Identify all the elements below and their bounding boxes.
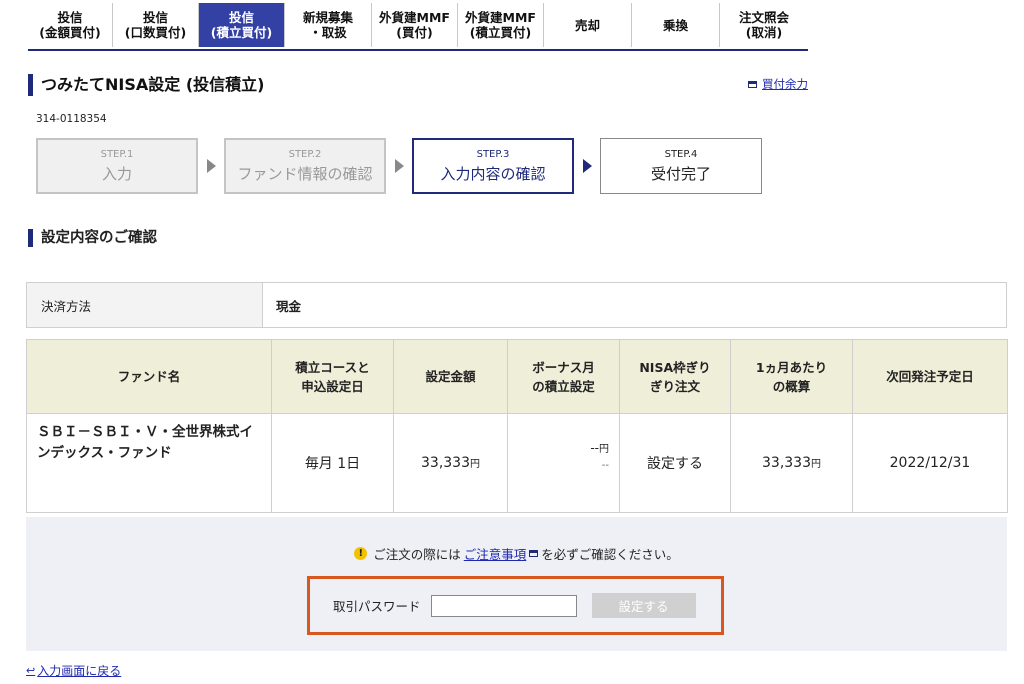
header-nisa: NISA枠ぎり ぎり注文 [619, 339, 731, 414]
step-1: STEP.1 入力 [36, 138, 198, 194]
amount-value: 33,333円 [393, 413, 508, 513]
fund-table-header: ファンド名 積立コースと 申込設定日 設定金額 ボーナス月 の積立設定 NISA枠ぎ… [26, 339, 1008, 414]
new-window-icon [748, 80, 757, 88]
payment-method-table: 決済方法 現金 [26, 282, 1007, 328]
nisa-value: 設定する [619, 413, 731, 513]
tab-foreign-mmf-buy[interactable]: 外貨建MMF (買付) [372, 3, 458, 47]
step-3: STEP.3 入力内容の確認 [412, 138, 574, 194]
header-amount: 設定金額 [393, 339, 508, 414]
header-monthly: 1ヵ月あたり の概算 [730, 339, 853, 414]
payment-method-label: 決済方法 [27, 283, 263, 327]
tab-amount-buy[interactable]: 投信 (金額買付) [28, 3, 113, 47]
step-2: STEP.2 ファンド情報の確認 [224, 138, 386, 194]
fund-table: ファンド名 積立コースと 申込設定日 設定金額 ボーナス月 の積立設定 NISA枠ぎ… [26, 339, 1008, 513]
warning-icon: ! [354, 547, 368, 560]
step-indicator: STEP.1 入力 STEP.2 ファンド情報の確認 STEP.3 入力内容の確… [36, 138, 762, 194]
payment-method-value: 現金 [276, 298, 302, 314]
submit-button[interactable]: 設定する [591, 593, 696, 618]
tab-new-offering[interactable]: 新規募集 ・取扱 [285, 3, 372, 47]
tab-units-buy[interactable]: 投信 (口数買付) [113, 3, 199, 47]
new-window-icon [529, 550, 539, 557]
next-date-value: 2022/12/31 [852, 413, 1008, 513]
bonus-value: --円 -- [507, 413, 620, 513]
password-label: 取引パスワード [333, 599, 421, 614]
header-next-date: 次回発注予定日 [852, 339, 1008, 414]
precautions-link[interactable]: ご注意事項 [464, 544, 527, 563]
header-bonus: ボーナス月 の積立設定 [507, 339, 620, 414]
account-number: 314-0118354 [36, 113, 107, 125]
tab-accumulation-buy[interactable]: 投信 (積立買付) [199, 3, 285, 47]
notice: ! ご注文の際には ご注意事項 を必ずご確認ください。 [26, 544, 1007, 563]
password-input[interactable] [430, 594, 577, 617]
step-arrow-icon [574, 159, 600, 173]
fund-name: ＳＢＩ－ＳＢＩ・Ｖ・全世界株式インデックス・ファンド [26, 413, 272, 513]
tab-sell[interactable]: 売却 [544, 3, 632, 47]
header-fund-name: ファンド名 [26, 339, 272, 414]
monthly-value: 33,333円 [730, 413, 853, 513]
tab-switch[interactable]: 乗換 [632, 3, 720, 47]
header-course: 積立コースと 申込設定日 [271, 339, 394, 414]
confirm-area: ! ご注文の際には ご注意事項 を必ずご確認ください。 取引パスワード 設定する [26, 517, 1007, 651]
tab-order-inquiry[interactable]: 注文照会 (取消) [720, 3, 808, 47]
page-title: つみたてNISA設定 (投信積立) [28, 74, 264, 96]
order-tabs: 投信 (金額買付) 投信 (口数買付) 投信 (積立買付) 新規募集 ・取扱 外貨建MM… [28, 3, 808, 51]
course-value: 毎月 1日 [271, 413, 394, 513]
password-highlight-box: 取引パスワード 設定する [307, 576, 724, 635]
step-4: STEP.4 受付完了 [600, 138, 762, 194]
tab-foreign-mmf-accumulation[interactable]: 外貨建MMF (積立買付) [458, 3, 544, 47]
section-title: 設定内容のご確認 [28, 229, 157, 247]
step-arrow-icon [386, 159, 412, 173]
back-to-input-link[interactable]: ↩ 入力画面に戻る [26, 662, 121, 679]
table-row: ＳＢＩ－ＳＢＩ・Ｖ・全世界株式インデックス・ファンド 毎月 1日 33,333円… [26, 413, 1008, 513]
return-arrow-icon: ↩ [26, 664, 36, 677]
buy-power-link[interactable]: 買付余力 [748, 76, 808, 92]
step-arrow-icon [198, 159, 224, 173]
